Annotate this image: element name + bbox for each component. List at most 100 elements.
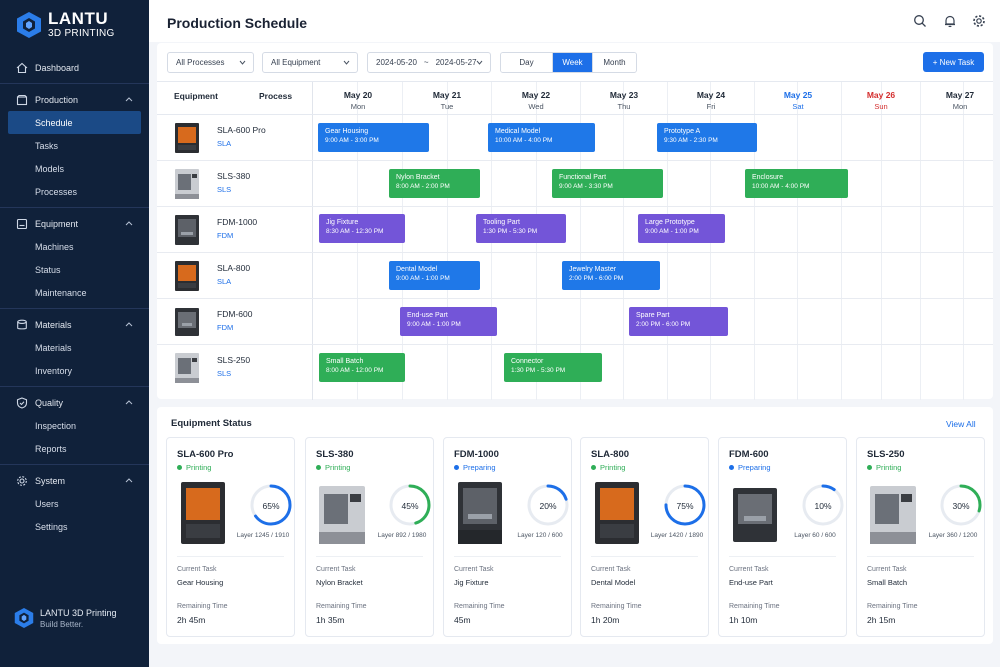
brand[interactable]: LANTU 3D PRINTING	[16, 10, 115, 40]
equipment-name: SLS-250	[217, 355, 251, 365]
chevron-up-icon	[125, 322, 133, 327]
date-range-picker[interactable]: 2024-05-20 ~ 2024-05-27	[367, 52, 491, 73]
task-block[interactable]: Nylon Bracket 8:00 AM - 2:00 PM	[389, 169, 480, 198]
sidebar-item-reports[interactable]: Reports	[0, 437, 149, 460]
divider	[0, 386, 149, 387]
status-dot-icon	[867, 465, 872, 470]
layer-count: Layer 1420 / 1890	[650, 532, 704, 539]
task-block[interactable]: Jewelry Master 2:00 PM - 6:00 PM	[562, 261, 660, 290]
equipment-card[interactable]: FDM-1000 Preparing 20% Layer 120 / 600 Curre…	[443, 437, 572, 637]
task-block[interactable]: Small Batch 8:00 AM - 12:00 PM	[319, 353, 405, 382]
table-row[interactable]: SLS-250 SLS Small Batch 8:00 AM - 12:00 P…	[157, 345, 993, 391]
sidebar-item-tasks[interactable]: Tasks	[0, 134, 149, 157]
schedule-panel: All Processes All Equipment 2024-05-20 ~…	[157, 43, 993, 400]
footer-tagline: Build Better.	[40, 619, 84, 629]
day-header: May 22 Wed	[521, 90, 551, 111]
table-row[interactable]: SLA-600 Pro SLA Gear Housing 9:00 AM - 3:…	[157, 115, 993, 161]
equipment-name: FDM-600	[729, 449, 769, 460]
day-header: May 24 Fri	[696, 90, 726, 111]
sidebar-item-settings[interactable]: Settings	[0, 515, 149, 538]
view-all-link[interactable]: View All	[946, 419, 976, 429]
sidebar-item-materials[interactable]: Materials	[0, 313, 149, 336]
status-dot-icon	[729, 465, 734, 470]
remaining-time-label: Remaining Time	[591, 603, 642, 610]
divider	[0, 207, 149, 208]
equipment-filter[interactable]: All Equipment	[262, 52, 358, 73]
sidebar-item-users[interactable]: Users	[0, 492, 149, 515]
sidebar-item-inspection[interactable]: Inspection	[0, 414, 149, 437]
gear-icon[interactable]	[972, 14, 986, 28]
equipment-name: FDM-600	[217, 309, 253, 319]
remaining-time-label: Remaining Time	[177, 603, 228, 610]
sidebar-item-equipment[interactable]: Equipment	[0, 212, 149, 235]
new-task-button[interactable]: + New Task	[923, 52, 984, 72]
sidebar-item-production[interactable]: Production	[0, 88, 149, 111]
chevron-down-icon	[343, 60, 350, 65]
status-badge: Printing	[591, 463, 625, 472]
task-block[interactable]: Jig Fixture 8:30 AM - 12:30 PM	[319, 214, 405, 243]
table-row[interactable]: SLA-800 SLA Dental Model 9:00 AM - 1:00 P…	[157, 253, 993, 299]
process-label: SLA	[217, 277, 232, 286]
sidebar-item-schedule[interactable]: Schedule	[8, 111, 141, 134]
section-title: Equipment Status	[171, 418, 252, 429]
sidebar-item-system[interactable]: System	[0, 469, 149, 492]
task-block[interactable]: Spare Part 2:00 PM - 6:00 PM	[629, 307, 728, 336]
equipment-card[interactable]: SLS-250 Printing 30% Layer 360 / 1200 Curren…	[856, 437, 985, 637]
view-day-button[interactable]: Day	[501, 53, 553, 72]
printer-image	[319, 486, 365, 544]
sidebar-item-label: Production	[35, 94, 79, 105]
table-row[interactable]: SLS-380 SLS Nylon Bracket 8:00 AM - 2:00 …	[157, 161, 993, 207]
task-block[interactable]: Large Prototype 9:00 AM - 1:00 PM	[638, 214, 725, 243]
task-block[interactable]: Medical Model 10:00 AM - 4:00 PM	[488, 123, 595, 152]
task-block[interactable]: Functional Part 9:00 AM - 3:30 PM	[552, 169, 663, 198]
sidebar-item-dashboard[interactable]: Dashboard	[0, 56, 149, 79]
task-block[interactable]: Dental Model 9:00 AM - 1:00 PM	[389, 261, 480, 290]
equipment-card[interactable]: FDM-600 Preparing 10% Layer 60 / 600 Current…	[718, 437, 847, 637]
task-block[interactable]: Enclosure 10:00 AM - 4:00 PM	[745, 169, 848, 198]
sidebar-item-status[interactable]: Status	[0, 258, 149, 281]
shield-check-icon	[16, 396, 28, 409]
table-row[interactable]: FDM-600 FDM End-use Part 9:00 AM - 1:00 P…	[157, 299, 993, 345]
fdm-printer-image	[175, 215, 199, 245]
view-month-button[interactable]: Month	[593, 53, 636, 72]
equipment-name: SLS-380	[217, 171, 251, 181]
equipment-name: SLS-250	[867, 449, 905, 460]
task-block[interactable]: Prototype A 9:30 AM - 2:30 PM	[657, 123, 757, 152]
fdm-printer-image	[175, 308, 199, 336]
search-icon[interactable]	[913, 14, 927, 28]
sidebar-item-inventory[interactable]: Inventory	[0, 359, 149, 382]
sidebar-item-maintenance[interactable]: Maintenance	[0, 281, 149, 304]
bell-icon[interactable]	[943, 14, 957, 28]
sidebar-item-processes[interactable]: Processes	[0, 180, 149, 203]
sidebar-item-label: Dashboard	[35, 62, 80, 73]
equipment-card[interactable]: SLS-380 Printing 45% Layer 892 / 1980 Curren…	[305, 437, 434, 637]
task-block[interactable]: Tooling Part 1:30 PM - 5:30 PM	[476, 214, 566, 243]
sidebar-item-machines[interactable]: Machines	[0, 235, 149, 258]
sidebar-item-models[interactable]: Models	[0, 157, 149, 180]
equipment-name: FDM-1000	[454, 449, 499, 460]
divider	[591, 556, 698, 557]
equipment-card[interactable]: SLA-800 Printing 75% Layer 1420 / 1890 Curre…	[580, 437, 709, 637]
task-block[interactable]: Connector 1:30 PM - 5:30 PM	[504, 353, 602, 382]
divider	[867, 556, 974, 557]
divider	[0, 83, 149, 84]
sidebar-item-quality[interactable]: Quality	[0, 391, 149, 414]
sidebar-item-materials-list[interactable]: Materials	[0, 336, 149, 359]
table-row[interactable]: FDM-1000 FDM Jig Fixture 8:30 AM - 12:30 …	[157, 207, 993, 253]
chevron-up-icon	[125, 97, 133, 102]
day-header: May 21 Tue	[432, 90, 462, 111]
current-task-label: Current Task	[454, 566, 494, 573]
view-week-button[interactable]: Week	[553, 53, 593, 72]
task-block[interactable]: End-use Part 9:00 AM - 1:00 PM	[400, 307, 497, 336]
current-task-value: Dental Model	[591, 578, 636, 587]
equipment-card[interactable]: SLA-600 Pro Printing 65% Layer 1245 / 1910 C…	[166, 437, 295, 637]
progress-percent: 65%	[262, 501, 280, 511]
divider	[729, 556, 836, 557]
day-header: May 25 Sat	[783, 90, 813, 111]
task-block[interactable]: Gear Housing 9:00 AM - 3:00 PM	[318, 123, 429, 152]
layer-count: Layer 360 / 1200	[928, 532, 978, 539]
divider	[177, 556, 284, 557]
brand-sub: 3D PRINTING	[48, 28, 115, 39]
status-badge: Printing	[867, 463, 901, 472]
process-filter[interactable]: All Processes	[167, 52, 254, 73]
